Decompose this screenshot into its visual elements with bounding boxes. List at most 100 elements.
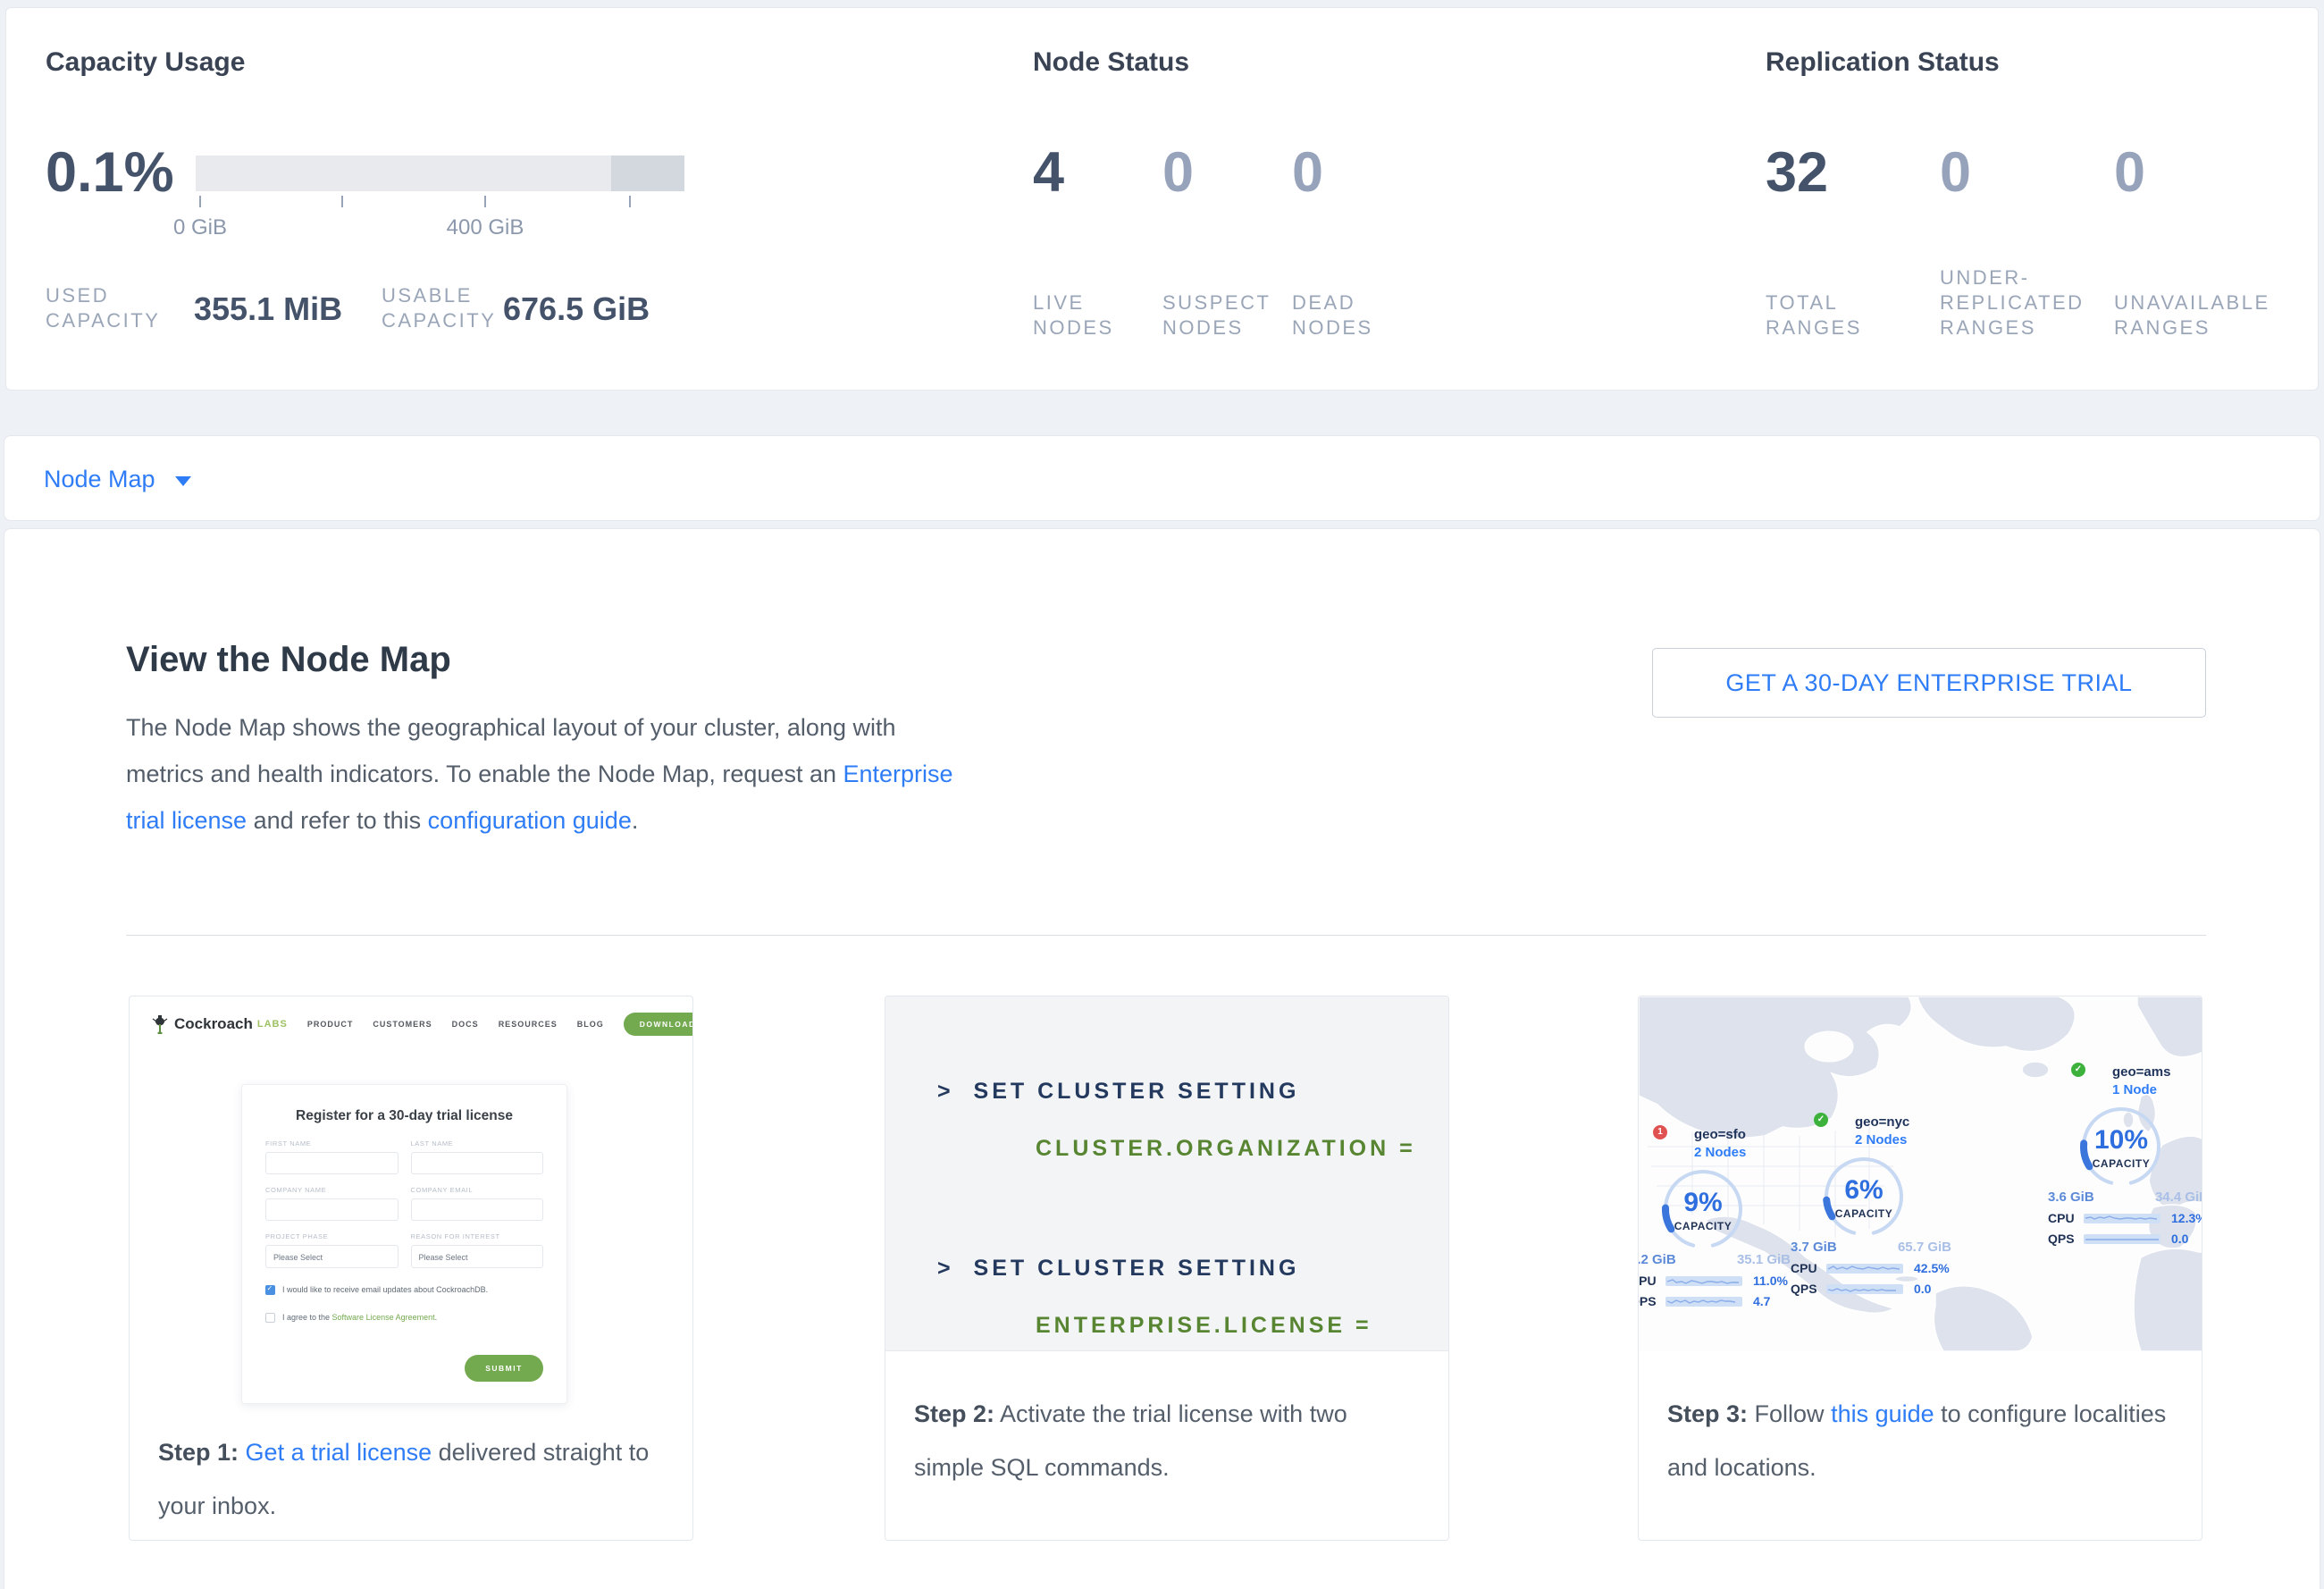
node-map-dropdown[interactable]: Node Map <box>44 436 191 522</box>
qps-sparkline <box>1826 1284 1903 1294</box>
node-count: 1 Node <box>2112 1082 2202 1097</box>
stat-under-replicated-ranges: 0 UNDER-REPLICATEDRANGES <box>1940 135 1971 340</box>
mini-site-nav: PRODUCT CUSTOMERS DOCS RESOURCES BLOG DO… <box>288 1013 693 1036</box>
stat-total-ranges: 32 TOTALRANGES <box>1766 135 1828 340</box>
checkbox-unchecked-icon <box>265 1313 275 1323</box>
nav-item: RESOURCES <box>499 1020 558 1029</box>
nav-item: DOCS <box>452 1020 479 1029</box>
field-label: COMPANY NAME <box>265 1186 399 1194</box>
node-map-intro-panel: View the Node Map The Node Map shows the… <box>4 528 2320 1589</box>
capacity-label: CAPACITY <box>2075 1157 2168 1170</box>
stat-dead-nodes: 0 DEADNODES <box>1292 135 1323 340</box>
node-map-dropdown-label: Node Map <box>44 466 155 493</box>
brand-name: Cockroach <box>174 1015 253 1033</box>
sql-line-arg: CLUSTER.ORGANIZATION = <box>1036 1136 1416 1162</box>
locality-name: geo=nyc <box>1855 1114 1996 1130</box>
cpu-sparkline <box>2084 1214 2160 1223</box>
nav-item: PRODUCT <box>307 1020 354 1029</box>
locality-name: geo=sfo <box>1694 1127 1835 1142</box>
axis-tick <box>484 196 486 207</box>
email-updates-checkbox-label: I would like to receive email updates ab… <box>282 1284 488 1296</box>
capacity-percent: 9% <box>1657 1188 1749 1218</box>
sql-commands-panel: > SET CLUSTER SETTING CLUSTER.ORGANIZATI… <box>885 996 1448 1351</box>
step3-card: 1 geo=sfo 2 Nodes 9% CAPACITY 3.2 GiB 35.… <box>1638 996 2202 1541</box>
check-badge-icon: ✓ <box>1814 1113 1828 1127</box>
field-label: REASON FOR INTEREST <box>411 1232 544 1240</box>
capacity-max: 65.7 GiB <box>1898 1240 1951 1255</box>
first-name-field <box>265 1152 399 1174</box>
page-title: View the Node Map <box>126 638 451 681</box>
capacity-min: 3.6 GiB <box>2048 1190 2094 1205</box>
tick-label-400: 400 GiB <box>423 215 548 240</box>
capacity-label: CAPACITY <box>1817 1207 1910 1220</box>
description-text: and refer to this <box>247 807 428 834</box>
submit-button: SUBMIT <box>465 1355 543 1382</box>
form-title: Register for a 30-day trial license <box>242 1108 566 1124</box>
cockroach-labs-logo: Cockroach LABS <box>151 1014 288 1034</box>
map-node-widget-nyc: ✓ geo=nyc 2 Nodes 6% CAPACITY 3.7 GiB65.… <box>1817 1114 1996 1296</box>
node-status-title: Node Status <box>1033 47 1189 78</box>
field-label: FIRST NAME <box>265 1139 399 1148</box>
sql-line-arg: ENTERPRISE.LICENSE = <box>1036 1313 1372 1339</box>
step3-caption: Step 3: Follow this guide to configure l… <box>1639 1351 2202 1494</box>
enterprise-trial-button[interactable]: GET A 30-DAY ENTERPRISE TRIAL <box>1652 648 2206 718</box>
this-guide-link[interactable]: this guide <box>1831 1400 1934 1427</box>
capacity-usage-title: Capacity Usage <box>46 47 245 78</box>
nav-item: BLOG <box>577 1020 604 1029</box>
field-label: PROJECT PHASE <box>265 1232 399 1240</box>
configuration-guide-link[interactable]: configuration guide <box>428 807 632 834</box>
cpu-sparkline <box>1665 1276 1742 1286</box>
qps-value: 0.0 <box>2171 1232 2188 1246</box>
trial-license-form: Register for a 30-day trial license FIRS… <box>241 1084 567 1404</box>
step-number: Step 1: <box>158 1439 239 1466</box>
download-button: DOWNLOAD <box>624 1013 693 1036</box>
stat-unavailable-ranges: 0 UNAVAILABLERANGES <box>2114 135 2145 340</box>
stat-live-nodes: 4 LIVENODES <box>1033 135 1064 340</box>
cpu-value: 12.3% <box>2171 1211 2202 1225</box>
cpu-sparkline <box>1826 1264 1903 1274</box>
license-agreement-checkbox-label: I agree to the Software License Agreemen… <box>282 1312 437 1324</box>
axis-tick <box>341 196 343 207</box>
locality-name: geo=ams <box>2112 1064 2202 1080</box>
node-map-preview: 1 geo=sfo 2 Nodes 9% CAPACITY 3.2 GiB 35.… <box>1639 996 2202 1351</box>
step2-card: > SET CLUSTER SETTING CLUSTER.ORGANIZATI… <box>885 996 1449 1541</box>
used-capacity-label: USED CAPACITY <box>46 283 160 333</box>
capacity-percent: 10% <box>2075 1125 2168 1156</box>
reason-for-interest-select: Please Select <box>411 1245 544 1268</box>
replication-status-title: Replication Status <box>1766 47 2000 78</box>
section-divider <box>126 935 2206 936</box>
tick-label-0: 0 GiB <box>138 215 263 240</box>
section-description: The Node Map shows the geographical layo… <box>126 704 979 844</box>
company-email-field <box>411 1198 544 1221</box>
cluster-summary-panel: Capacity Usage 0.1% 0 GiB 400 GiB USED C… <box>5 7 2319 391</box>
capacity-label: CAPACITY <box>1657 1220 1749 1232</box>
check-badge-icon: ✓ <box>2071 1063 2085 1077</box>
field-label: COMPANY EMAIL <box>411 1186 544 1194</box>
view-selector-card: Node Map <box>4 435 2320 521</box>
axis-tick <box>629 196 631 207</box>
software-license-agreement-link: Software License Agreement <box>332 1313 435 1322</box>
bug-icon <box>151 1014 169 1034</box>
qps-sparkline <box>1665 1297 1742 1307</box>
cpu-value: 11.0% <box>1753 1274 1788 1288</box>
alert-badge-icon: 1 <box>1653 1125 1667 1139</box>
description-text: The Node Map shows the geographical layo… <box>126 714 896 787</box>
step1-card: Cockroach LABS PRODUCT CUSTOMERS DOCS RE… <box>129 996 693 1541</box>
capacity-max: 35.1 GiB <box>1737 1252 1791 1267</box>
stat-suspect-nodes: 0 SUSPECTNODES <box>1162 135 1194 340</box>
capacity-min: 3.2 GiB <box>1639 1252 1676 1267</box>
capacity-percent: 0.1% <box>46 135 174 210</box>
field-label: LAST NAME <box>411 1139 544 1148</box>
cpu-value: 42.5% <box>1914 1261 1950 1275</box>
qps-value: 0.0 <box>1914 1282 1931 1296</box>
description-text: . <box>632 807 639 834</box>
capacity-max: 34.4 GiB <box>2155 1190 2202 1205</box>
node-count: 2 Nodes <box>1694 1145 1835 1160</box>
capacity-bar-end-segment <box>611 156 684 191</box>
axis-tick <box>199 196 201 207</box>
get-trial-license-link[interactable]: Get a trial license <box>246 1439 432 1466</box>
sql-line: > SET CLUSTER SETTING <box>937 1256 1299 1282</box>
chevron-down-icon <box>175 476 191 486</box>
step1-caption: Step 1: Get a trial license delivered st… <box>130 1390 692 1533</box>
company-name-field <box>265 1198 399 1221</box>
